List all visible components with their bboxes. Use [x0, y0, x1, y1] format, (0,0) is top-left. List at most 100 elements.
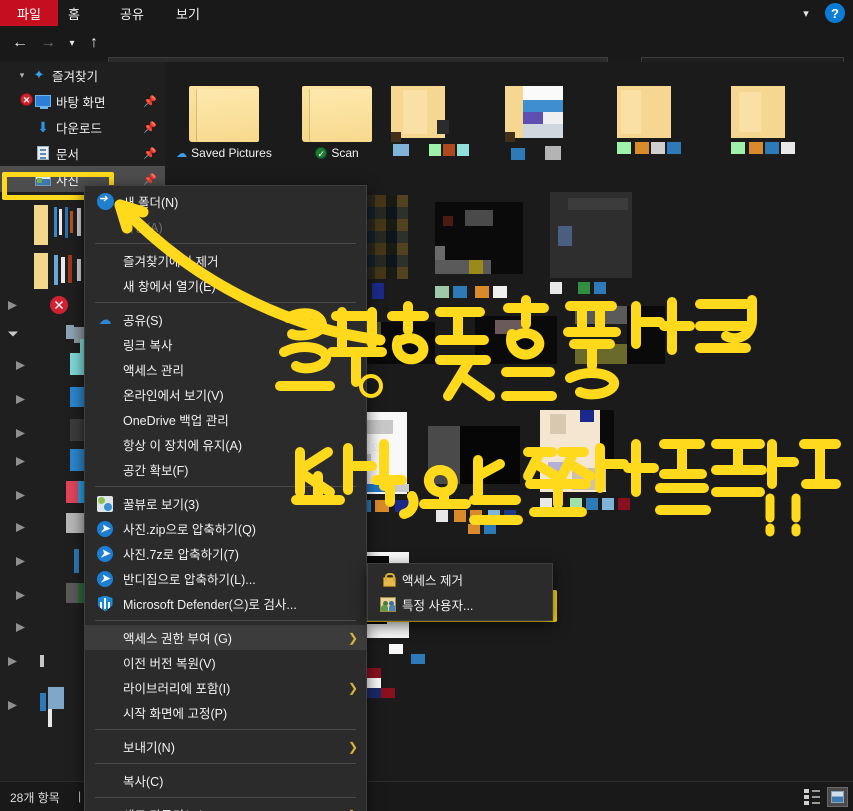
chevron-down-icon[interactable]: ▾: [14, 70, 30, 81]
context-menu[interactable]: 새 폴더(N) 확장(A) 즐겨찾기에서 제거 새 창에서 열기(E) ☁ 공유…: [84, 185, 367, 811]
details-view-icon[interactable]: [802, 787, 823, 807]
sidebar-item-downloads[interactable]: ⬇ 다운로드 📌: [0, 114, 165, 140]
menu-item-label: 즐겨찾기에서 제거: [123, 255, 219, 269]
menu-free-up-space[interactable]: 공간 확보(F): [85, 457, 366, 482]
menu-item-label: 새 폴더(N): [123, 196, 179, 210]
tab-file[interactable]: 파일: [0, 0, 58, 26]
folder-icon: [185, 82, 263, 144]
menu-separator: [95, 243, 356, 244]
menu-manage-access[interactable]: 액세스 관리: [85, 357, 366, 382]
lock-icon: [379, 571, 397, 589]
menu-separator: [95, 763, 356, 764]
menu-item-label: 공간 확보(F): [123, 464, 189, 478]
menu-send-to[interactable]: 보내기(N) ❯: [85, 734, 366, 759]
menu-separator: [95, 486, 356, 487]
menu-include-in-library[interactable]: 라이브러리에 포함(I) ❯: [85, 675, 366, 700]
menu-item-label: 사진.7z로 압축하기(7): [123, 548, 239, 562]
tab-view[interactable]: 보기: [166, 0, 210, 26]
tab-share[interactable]: 공유: [110, 0, 154, 26]
thumbnail-label-fragment: 6: [371, 465, 378, 477]
menu-item-label: 확장(A): [123, 221, 163, 235]
sidebar-item-label: 문서: [56, 147, 80, 162]
menu-give-access-to[interactable]: 액세스 권한 부여 (G) ❯: [85, 625, 366, 650]
menu-open-new-window[interactable]: 새 창에서 열기(E): [85, 273, 366, 298]
ribbon-bar: 파일 홈 공유 보기 ▾ ?: [0, 0, 853, 26]
defender-icon: [96, 595, 114, 613]
menu-item-label: 시작 화면에 고정(P): [123, 707, 228, 721]
sidebar-item-quick-access[interactable]: ▾ ✦ 즐겨찾기: [0, 62, 165, 88]
menu-remove-from-quick-access[interactable]: 즐겨찾기에서 제거: [85, 248, 366, 273]
pin-icon[interactable]: 📌: [143, 95, 157, 108]
menu-separator: [95, 729, 356, 730]
menu-item-label: OneDrive 백업 관리: [123, 414, 229, 428]
status-caret: |: [78, 789, 82, 803]
arrow-right-icon[interactable]: →: [36, 31, 60, 55]
bandizip-icon: ➤: [96, 520, 114, 538]
submenu-specific-people[interactable]: 특정 사용자...: [368, 592, 552, 617]
menu-item-label: 새로 만들기(W): [123, 805, 204, 811]
menu-expand: 확장(A): [85, 214, 366, 239]
help-icon[interactable]: ?: [825, 3, 845, 23]
menu-new[interactable]: 새로 만들기(W) ❯: [85, 802, 366, 811]
menu-item-label: 보내기(N): [123, 741, 175, 755]
menu-compress-bandizip[interactable]: ➤ 반디집으로 압축하기(L)...: [85, 566, 366, 591]
pin-icon[interactable]: 📌: [143, 173, 157, 186]
menu-scan-defender[interactable]: Microsoft Defender(으)로 검사...: [85, 591, 366, 616]
arrow-left-icon[interactable]: ←: [8, 31, 32, 55]
menu-open-honeyview[interactable]: 꿀뷰로 보기(3): [85, 491, 366, 516]
menu-item-label: 공유(S): [123, 314, 163, 328]
submenu-remove-access[interactable]: 액세스 제거: [368, 567, 552, 592]
menu-view-online[interactable]: 온라인에서 보기(V): [85, 382, 366, 407]
menu-item-label: 액세스 제거: [402, 574, 463, 588]
folder-saved-pictures[interactable]: ☁ Saved Pictures: [169, 82, 279, 160]
menu-item-label: 항상 이 장치에 유지(A): [123, 439, 243, 453]
menu-compress-zip[interactable]: ➤ 사진.zip으로 압축하기(Q): [85, 516, 366, 541]
menu-item-label: 복사(C): [123, 775, 164, 789]
menu-pin-to-start[interactable]: 시작 화면에 고정(P): [85, 700, 366, 725]
menu-restore-previous-versions[interactable]: 이전 버전 복원(V): [85, 650, 366, 675]
sidebar-item-label: 다운로드: [56, 121, 103, 136]
menu-item-label: Microsoft Defender(으)로 검사...: [123, 598, 297, 612]
pin-icon[interactable]: 📌: [143, 147, 157, 160]
navigation-bar: ← → ▾ ↑ › 내 PC › 사진 › ▾ ↻ ⚲: [0, 26, 853, 81]
file-explorer-window: 파일 홈 공유 보기 ▾ ? ← → ▾ ↑ › 내 PC › 사진 › ▾ ↻…: [0, 0, 853, 811]
menu-item-label: 사진.zip으로 압축하기(Q): [123, 523, 256, 537]
chevron-right-icon: ❯: [347, 630, 358, 645]
menu-item-label: 액세스 관리: [123, 364, 184, 378]
onedrive-cloud-icon: ☁: [98, 311, 112, 327]
sidebar-item-documents[interactable]: 문서 📌: [0, 140, 165, 166]
pin-icon[interactable]: 📌: [143, 121, 157, 134]
tab-home[interactable]: 홈: [58, 0, 90, 26]
menu-item-label: 특정 사용자...: [402, 599, 474, 613]
menu-manage-onedrive-backup[interactable]: OneDrive 백업 관리: [85, 407, 366, 432]
large-icons-view-icon[interactable]: [827, 787, 848, 807]
arrow-up-icon[interactable]: ↑: [82, 31, 106, 55]
menu-share[interactable]: ☁ 공유(S): [85, 307, 366, 332]
sidebar-item-desktop[interactable]: ✕ 바탕 화면 📌: [0, 88, 165, 114]
menu-item-label: 온라인에서 보기(V): [123, 389, 224, 403]
menu-item-label: 액세스 권한 부여 (G): [123, 632, 232, 646]
chevron-down-icon[interactable]: ▾: [797, 4, 815, 22]
menu-item-label: 이전 버전 복원(V): [123, 657, 216, 671]
menu-new-folder[interactable]: 새 폴더(N): [85, 189, 366, 214]
sidebar-item-label: 바탕 화면: [56, 95, 106, 110]
folder-label: Saved Pictures: [191, 146, 272, 160]
desktop-icon: [34, 95, 52, 109]
menu-copy[interactable]: 복사(C): [85, 768, 366, 793]
bandizip-icon: ➤: [96, 545, 114, 563]
give-access-submenu[interactable]: 액세스 제거 특정 사용자...: [367, 563, 553, 621]
honeyview-icon: [96, 495, 114, 513]
new-folder-icon: [96, 192, 114, 211]
thumbnail-label-fragment: 외도: [371, 443, 392, 455]
star-icon: ✦: [33, 67, 45, 82]
menu-separator: [95, 797, 356, 798]
folder-scan[interactable]: ✓ Scan: [282, 82, 392, 160]
chevron-down-icon[interactable]: ▾: [60, 31, 84, 55]
menu-compress-7z[interactable]: ➤ 사진.7z로 압축하기(7): [85, 541, 366, 566]
menu-item-label: 라이브러리에 포함(I): [123, 682, 231, 696]
sidebar-item-label: 즐겨찾기: [52, 69, 99, 84]
bandizip-icon: ➤: [96, 570, 114, 588]
menu-always-keep-on-device[interactable]: 항상 이 장치에 유지(A): [85, 432, 366, 457]
chevron-right-icon: ❯: [347, 680, 358, 695]
menu-copy-link[interactable]: 링크 복사: [85, 332, 366, 357]
